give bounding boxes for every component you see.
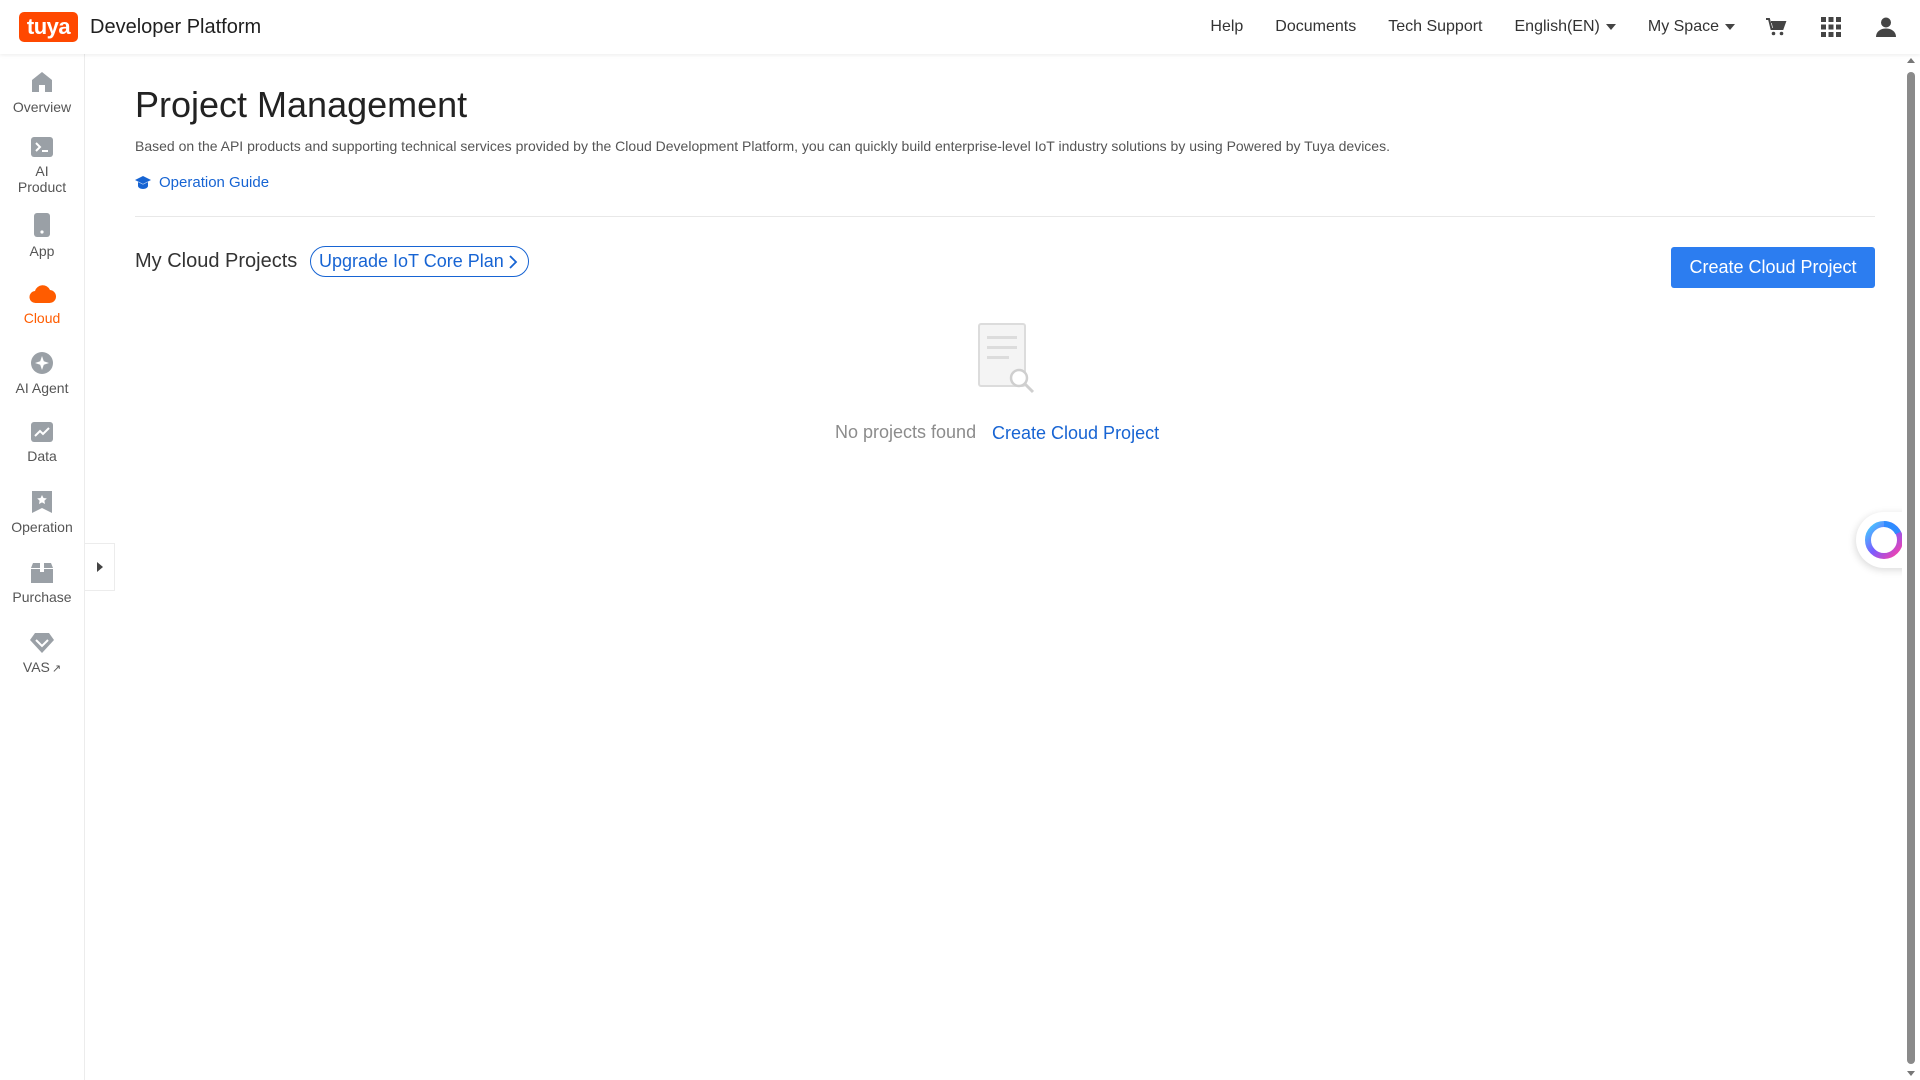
top-nav: Help Documents Tech Support English(EN) …	[1178, 0, 1920, 54]
sparkle-icon	[31, 352, 53, 374]
scroll-thumb[interactable]	[1907, 72, 1915, 1064]
empty-state-text: No projects found	[835, 422, 977, 442]
brand[interactable]: tuya Developer Platform	[19, 12, 261, 42]
cloud-icon	[29, 285, 56, 304]
sidebar-item-app[interactable]: App	[0, 212, 84, 259]
sidebar-item-label: App	[29, 243, 55, 259]
page-scrollbar[interactable]	[1902, 54, 1920, 1080]
sidebar-item-purchase[interactable]: Purchase	[0, 562, 84, 605]
diamond-icon	[30, 633, 54, 653]
box-icon	[31, 563, 53, 583]
sidebar-item-ai-product[interactable]: AI Product	[0, 136, 84, 195]
my-space-dropdown[interactable]: My Space	[1648, 18, 1735, 36]
home-icon	[32, 72, 52, 92]
caret-right-icon	[96, 562, 103, 572]
tuya-logo[interactable]: tuya	[19, 12, 78, 42]
language-dropdown[interactable]: English(EN)	[1515, 18, 1616, 36]
terminal-icon	[31, 137, 53, 157]
caret-down-icon	[1605, 24, 1616, 30]
language-label: English(EN)	[1514, 18, 1600, 35]
sidebar-item-label: VAS ↗	[23, 659, 61, 677]
chevron-right-icon	[509, 254, 518, 269]
external-link-icon: ↗	[51, 663, 62, 675]
sidebar-item-label: AI Agent	[15, 380, 69, 396]
assistant-swirl-icon	[1865, 521, 1903, 559]
sidebar: Overview AI Product App Cloud AI Agent D…	[0, 54, 85, 1080]
nav-tech-support[interactable]: Tech Support	[1388, 18, 1482, 36]
sidebar-item-overview[interactable]: Overview	[0, 70, 84, 115]
nav-documents[interactable]: Documents	[1275, 18, 1356, 36]
top-bar: tuya Developer Platform Help Documents T…	[0, 0, 1920, 54]
operation-guide-label: Operation Guide	[159, 174, 270, 191]
page-description: Based on the API products and supporting…	[135, 138, 1390, 154]
page-title: Project Management	[135, 84, 468, 125]
nav-tech-support-label: Tech Support	[1388, 18, 1483, 35]
nav-documents-label: Documents	[1275, 18, 1357, 35]
sidebar-item-label: Operation	[11, 519, 73, 535]
caret-down-icon	[1725, 24, 1735, 30]
sidebar-item-operation[interactable]: Operation	[0, 490, 84, 535]
sidebar-item-ai-agent[interactable]: AI Agent	[0, 351, 84, 396]
vas-label-text: VAS	[22, 659, 50, 675]
sidebar-item-label: Cloud	[23, 310, 61, 326]
cart-icon[interactable]	[1762, 13, 1790, 41]
operation-guide-link[interactable]: Operation Guide	[135, 174, 269, 191]
sidebar-item-cloud[interactable]: Cloud	[0, 283, 84, 326]
empty-document-icon	[978, 323, 1035, 394]
sidebar-item-data[interactable]: Data	[0, 421, 84, 464]
upgrade-iot-core-plan-button[interactable]: Upgrade IoT Core Plan	[310, 246, 529, 277]
empty-state-create-link[interactable]: Create Cloud Project	[992, 423, 1159, 444]
sidebar-expand-toggle[interactable]	[85, 543, 115, 591]
section-title: My Cloud Projects	[135, 250, 298, 272]
nav-help[interactable]: Help	[1210, 18, 1243, 36]
bookmark-icon	[32, 491, 52, 513]
phone-icon	[34, 213, 50, 237]
upgrade-label: Upgrade IoT Core Plan	[319, 251, 504, 271]
sidebar-item-label: Overview	[12, 99, 72, 115]
sidebar-item-label: Purchase	[12, 589, 72, 605]
sidebar-item-vas[interactable]: VAS ↗	[0, 632, 84, 677]
graduation-cap-icon	[135, 175, 151, 189]
chart-icon	[31, 422, 53, 442]
my-space-label: My Space	[1647, 18, 1719, 35]
user-icon[interactable]	[1872, 13, 1900, 41]
apps-grid-icon[interactable]	[1817, 13, 1845, 41]
scroll-down-arrow-icon[interactable]	[1907, 1071, 1915, 1076]
create-cloud-project-button[interactable]: Create Cloud Project	[1671, 247, 1875, 288]
nav-help-label: Help	[1210, 18, 1244, 35]
sidebar-item-label: AI Product	[17, 163, 67, 195]
section-divider	[135, 216, 1875, 217]
scroll-up-arrow-icon[interactable]	[1907, 58, 1915, 63]
sidebar-item-label: Data	[27, 448, 57, 464]
platform-title: Developer Platform	[90, 15, 262, 38]
